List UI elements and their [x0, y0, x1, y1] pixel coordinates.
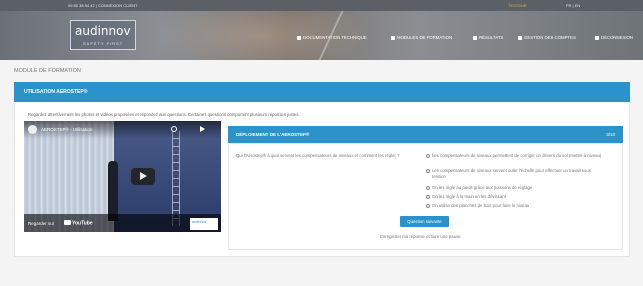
watch-on-label: Regarder sur	[28, 221, 55, 226]
document-icon	[297, 35, 301, 40]
nav-results-label: RÉSULTATS	[479, 35, 504, 40]
module-card-header: UTILISATION AEROSTEP®	[14, 82, 630, 102]
youtube-label: YouTube	[72, 220, 93, 227]
nav-results[interactable]: RÉSULTATS	[473, 35, 503, 40]
answer-option[interactable]: On utilise des planches de bois pour fai…	[426, 203, 602, 209]
answer-option-label: On utilise des planches de bois pour fai…	[432, 203, 530, 208]
quiz-title: DÉPLOIEMENT DE L'AEROSTEP®	[236, 132, 310, 137]
language-switcher[interactable]: FR | EN	[566, 3, 580, 8]
instructions-text: Regardez attentivement les photos et vid…	[28, 112, 300, 117]
video-corner-logo: audinnov	[190, 218, 218, 230]
answer-option-label: On les règle à la main en les dévissant	[432, 194, 506, 199]
quiz-header: DÉPLOIEMENT DE L'AEROSTEP® 3/10	[228, 126, 623, 143]
answer-option-label: On les règle au pieds grâce aux poissons…	[432, 185, 533, 190]
nav-training-modules[interactable]: MODULES DE FORMATION	[391, 35, 452, 40]
accounts-icon	[518, 35, 522, 40]
quiz-progress: 3/10	[606, 132, 615, 137]
answer-option[interactable]: Les compensateurs de niveaux permettent …	[426, 153, 602, 159]
nav-accounts[interactable]: GESTION DES COMPTES	[518, 35, 576, 40]
share-icon[interactable]	[200, 126, 205, 132]
page-title: MODULE DE FORMATION	[14, 68, 81, 74]
radio-button[interactable]	[426, 203, 430, 208]
radio-button[interactable]	[426, 168, 430, 173]
radio-button[interactable]	[426, 185, 430, 190]
answer-option-label: Les compensateurs de niveaux permettent …	[432, 153, 602, 158]
top-strip: 09 86 38 94 42 | CONNEXION CLIENT TESTEU…	[0, 0, 643, 11]
module-title: UTILISATION AEROSTEP®	[24, 89, 88, 95]
youtube-link[interactable]: YouTube	[64, 220, 93, 227]
next-question-button[interactable]: Question suivante	[400, 216, 449, 227]
video-title[interactable]: AEROSTEP® - Utilisation	[41, 127, 92, 132]
video-player[interactable]: AEROSTEP® - Utilisation Regarder sur You…	[24, 121, 221, 232]
logo-tagline: SAFETY FIRST	[83, 41, 124, 46]
play-button[interactable]	[131, 168, 155, 185]
nav-logout-label: DÉCONNEXION	[601, 35, 633, 40]
watch-later-icon[interactable]	[171, 126, 177, 132]
logo-name: audinnov	[75, 24, 131, 38]
answer-option[interactable]: On les règle au pieds grâce aux poissons…	[426, 185, 602, 191]
video-scene-ladder	[172, 131, 180, 226]
nav-documentation[interactable]: DOCUMENTATION TECHNIQUE	[297, 35, 367, 40]
phone-link[interactable]: 09 86 38 94 42 | CONNEXION CLIENT	[68, 3, 138, 8]
user-menu[interactable]: TESTEUR	[508, 3, 527, 8]
nav-logout[interactable]: DÉCONNEXION	[595, 35, 633, 40]
save-and-pause-link[interactable]: Enregistrer ma réponse et faire une paus…	[380, 234, 461, 239]
logo[interactable]: audinnov SAFETY FIRST	[70, 20, 136, 50]
question-icon	[391, 35, 395, 40]
radio-button[interactable]	[426, 153, 430, 158]
youtube-icon	[64, 220, 71, 225]
radio-button[interactable]	[426, 194, 430, 199]
chart-icon	[473, 35, 477, 40]
nav-documentation-label: DOCUMENTATION TECHNIQUE	[303, 35, 367, 40]
answer-option-label: Les compensateurs de niveaux servent out…	[432, 168, 591, 179]
nav-accounts-label: GESTION DES COMPTES	[524, 35, 576, 40]
nav-training-modules-label: MODULES DE FORMATION	[397, 35, 453, 40]
answer-option[interactable]: Les compensateurs de niveaux servent out…	[426, 168, 602, 180]
question-text: Qui l'Aérostep® à quoi servent les compe…	[236, 153, 400, 158]
channel-avatar[interactable]	[28, 125, 37, 134]
logout-icon	[595, 35, 599, 40]
video-scene-person	[108, 161, 118, 221]
answer-option[interactable]: On les règle à la main en les dévissant	[426, 194, 602, 200]
